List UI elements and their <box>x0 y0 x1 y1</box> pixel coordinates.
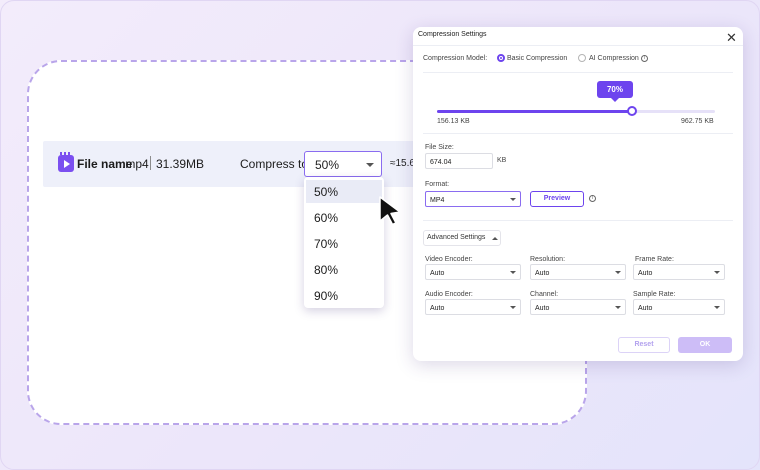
chevron-down-icon <box>366 163 374 167</box>
compression-slider-thumb[interactable] <box>627 106 637 116</box>
compression-settings-dialog: Compression Settings ✕ Compression Model… <box>413 27 743 361</box>
dropdown-option-50[interactable]: 50% <box>306 180 382 203</box>
file-extension: .mp4 <box>122 157 149 171</box>
file-size-input[interactable]: 674.04 <box>425 153 493 169</box>
radio-basic-compression[interactable] <box>497 54 505 62</box>
file-size: 31.39MB <box>156 157 205 171</box>
audio-encoder-value: Auto <box>430 305 445 312</box>
chevron-down-icon <box>714 306 720 309</box>
chevron-down-icon <box>615 271 621 274</box>
channel-label: Channel: <box>530 291 559 298</box>
video-file-icon <box>58 152 74 172</box>
format-divider <box>423 220 733 221</box>
ai-compression-label[interactable]: AI Compression <box>589 55 639 62</box>
frame-rate-label: Frame Rate: <box>635 256 674 263</box>
chevron-down-icon <box>615 306 621 309</box>
slider-min-label: 156.13 KB <box>437 118 470 125</box>
dropdown-option-90[interactable]: 90% <box>306 284 382 307</box>
file-separator <box>150 156 151 170</box>
video-encoder-value: Auto <box>430 270 445 277</box>
video-encoder-select[interactable]: Auto <box>425 264 521 280</box>
advanced-settings-toggle[interactable]: Advanced Settings <box>423 230 501 246</box>
slider-value-badge: 70% <box>597 81 633 102</box>
basic-compression-label[interactable]: Basic Compression <box>507 55 567 62</box>
video-encoder-label: Video Encoder: <box>425 256 473 263</box>
resolution-select[interactable]: Auto <box>530 264 626 280</box>
file-size-label: File Size: <box>425 144 454 151</box>
reset-button[interactable]: Reset <box>618 337 670 353</box>
sample-rate-select[interactable]: Auto <box>633 299 725 315</box>
resolution-value: Auto <box>535 270 550 277</box>
slider-divider <box>423 133 733 134</box>
frame-rate-value: Auto <box>638 270 653 277</box>
chevron-down-icon <box>510 271 516 274</box>
ok-button[interactable]: OK <box>678 337 732 353</box>
info-icon[interactable]: i <box>589 195 596 202</box>
estimated-size: ≈15.6 <box>390 158 415 169</box>
audio-encoder-label: Audio Encoder: <box>425 291 473 298</box>
format-select[interactable]: MP4 <box>425 191 521 207</box>
chevron-down-icon <box>510 306 516 309</box>
format-label: Format: <box>425 181 450 188</box>
radio-ai-compression[interactable] <box>578 54 586 62</box>
file-row: File name .mp4 31.39MB Compress to 50% ≈… <box>43 141 463 187</box>
compression-model-label: Compression Model: <box>423 55 488 62</box>
dropdown-option-60[interactable]: 60% <box>306 206 382 229</box>
info-icon[interactable]: i <box>641 55 648 62</box>
compression-slider-fill <box>437 110 632 113</box>
channel-select[interactable]: Auto <box>530 299 626 315</box>
resolution-label: Resolution: <box>530 256 566 263</box>
dropdown-option-70[interactable]: 70% <box>306 232 382 255</box>
sample-rate-value: Auto <box>638 305 653 312</box>
advanced-settings-label: Advanced Settings <box>427 234 486 241</box>
format-value: MP4 <box>430 197 445 204</box>
channel-value: Auto <box>535 305 550 312</box>
compress-ratio-select[interactable]: 50% <box>304 151 382 177</box>
file-size-unit: KB <box>497 157 507 164</box>
compress-ratio-dropdown: 50% 60% 70% 80% 90% <box>304 177 384 308</box>
title-divider <box>413 45 743 46</box>
slider-max-label: 962.75 KB <box>681 118 714 125</box>
preview-button[interactable]: Preview <box>530 191 584 207</box>
sample-rate-label: Sample Rate: <box>633 291 676 298</box>
frame-rate-select[interactable]: Auto <box>633 264 725 280</box>
mouse-pointer-icon <box>379 196 401 226</box>
dropdown-option-80[interactable]: 80% <box>306 258 382 281</box>
close-icon[interactable]: ✕ <box>726 31 737 44</box>
compress-ratio-value: 50% <box>315 158 340 172</box>
dialog-title: Compression Settings <box>418 31 487 38</box>
chevron-up-icon <box>492 237 498 240</box>
chevron-down-icon <box>510 198 516 201</box>
mode-divider <box>423 72 733 73</box>
compress-to-label: Compress to <box>240 157 309 171</box>
audio-encoder-select[interactable]: Auto <box>425 299 521 315</box>
chevron-down-icon <box>714 271 720 274</box>
